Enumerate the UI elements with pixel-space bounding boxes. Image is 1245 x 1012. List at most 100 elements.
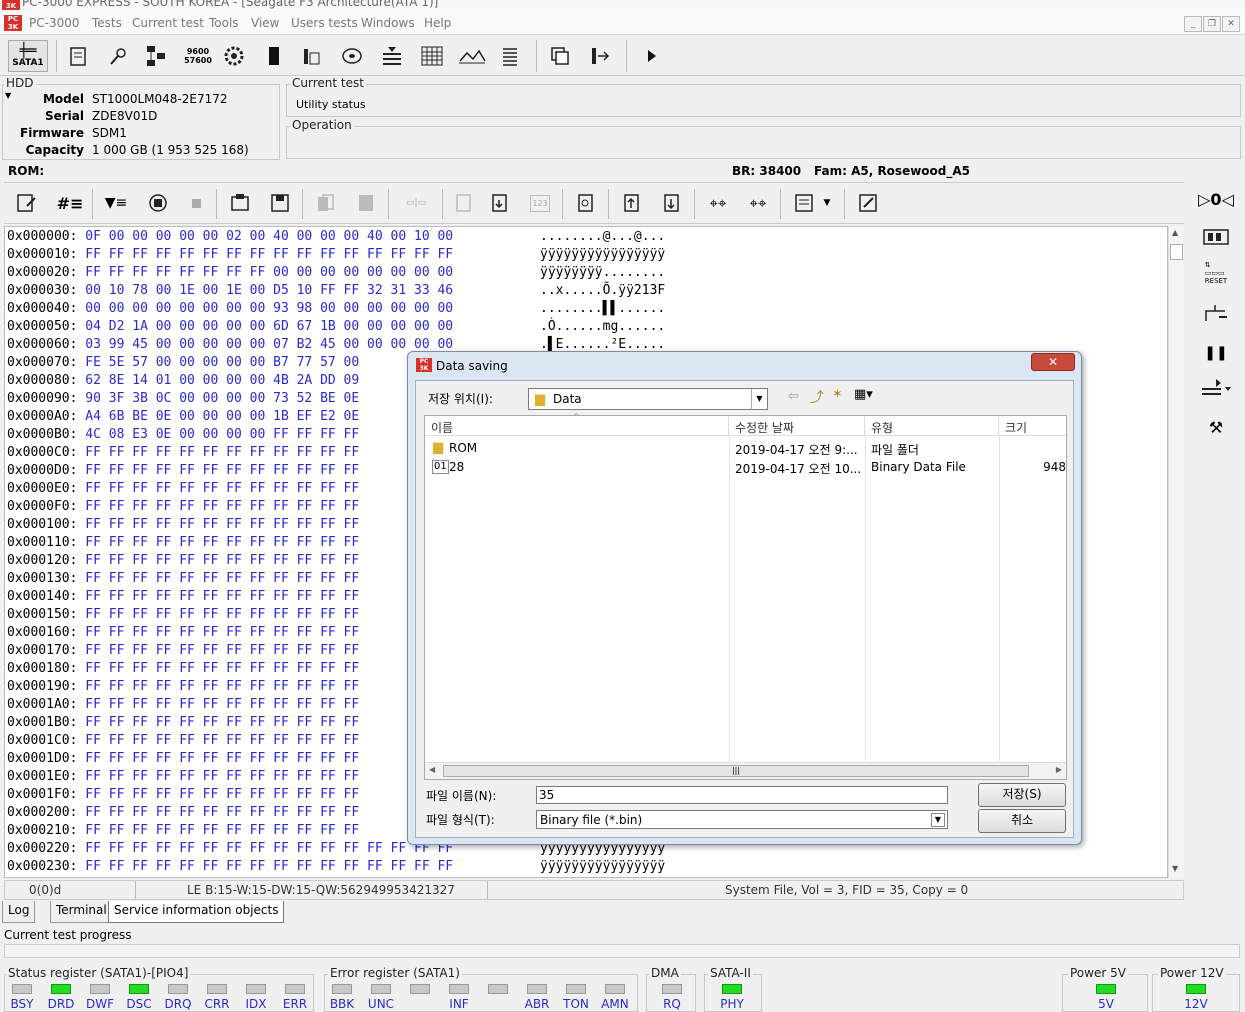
hex-row[interactable]: 0x000150: FF FF FF FF FF FF FF FF FF FF … <box>7 606 359 624</box>
disk-read-icon[interactable] <box>338 42 366 70</box>
hex-bytes[interactable]: FF FF FF FF FF FF FF FF FF FF FF FF <box>85 751 359 766</box>
hex-ascii[interactable]: ÿÿÿÿÿÿÿÿ........ <box>540 264 665 282</box>
hex-row[interactable]: 0x0000F0: FF FF FF FF FF FF FF FF FF FF … <box>7 498 359 516</box>
template-icon[interactable] <box>790 189 818 217</box>
hex-bytes[interactable]: FF FF FF FF FF FF FF FF FF FF FF FF FF F… <box>85 841 453 856</box>
hex-row[interactable]: 0x0000D0: FF FF FF FF FF FF FF FF FF FF … <box>7 462 359 480</box>
tab-terminal[interactable]: Terminal <box>50 901 113 923</box>
hex-ascii[interactable]: ÿÿÿÿÿÿÿÿÿÿÿÿÿÿÿÿ <box>540 246 665 264</box>
zero-fill-icon[interactable]: ▷0◁ <box>1196 184 1236 214</box>
hex-bytes[interactable]: FF FF FF FF FF FF FF FF FF FF FF FF <box>85 823 359 838</box>
filename-input[interactable] <box>536 786 948 804</box>
find-icon[interactable]: ⌖⌖ <box>704 189 732 217</box>
hex-bytes[interactable]: 03 99 45 00 00 00 00 00 07 B2 45 00 00 0… <box>85 337 453 352</box>
menu-windows[interactable]: Windows <box>361 16 415 30</box>
hex-bytes[interactable]: FF FF FF FF FF FF FF FF FF FF FF FF <box>85 571 359 586</box>
app-menu-icon[interactable]: PC 3K <box>4 15 22 31</box>
paste-disabled-icon[interactable] <box>352 189 380 217</box>
hex-row[interactable]: 0x000000: 0F 00 00 00 00 00 02 00 40 00 … <box>7 228 665 246</box>
hex-row[interactable]: 0x0001A0: FF FF FF FF FF FF FF FF FF FF … <box>7 696 359 714</box>
hex-bytes[interactable]: 00 10 78 00 1E 00 1E 00 D5 10 FF FF 32 3… <box>85 283 453 298</box>
go-start-icon[interactable] <box>618 189 646 217</box>
log-list-icon[interactable] <box>496 42 524 70</box>
col-date[interactable]: 수정한 날짜 <box>729 416 865 436</box>
hex-bytes[interactable]: 62 8E 14 01 00 00 00 00 4B 2A DD 09 <box>85 373 359 388</box>
menu-current-test[interactable]: Current test <box>132 16 204 30</box>
hex-bytes[interactable]: 00 00 00 00 00 00 00 00 93 98 00 00 00 0… <box>85 301 453 316</box>
reload-page-icon[interactable] <box>572 189 600 217</box>
hex-bytes[interactable]: FF FF FF FF FF FF FF FF FF FF FF FF <box>85 787 359 802</box>
memory-map-icon[interactable] <box>298 42 326 70</box>
save-button[interactable]: 저장(S) <box>978 783 1066 807</box>
hex-bytes[interactable]: FF FF FF FF FF FF FF FF FF FF FF FF <box>85 499 359 514</box>
tab-log[interactable]: Log <box>2 901 36 923</box>
power12-led[interactable] <box>1186 984 1206 994</box>
hex-bytes[interactable]: 4C 08 E3 0E 00 00 00 00 FF FF FF FF <box>85 427 359 442</box>
hex-bytes[interactable]: FF FF FF FF FF FF FF FF FF FF FF FF <box>85 535 359 550</box>
hex-bytes[interactable]: FF FF FF FF FF FF FF FF FF FF FF FF FF F… <box>85 859 453 874</box>
reset-icon[interactable]: ⇅ ▭▭▭ RESET <box>1196 258 1236 288</box>
hex-bytes[interactable]: FF FF FF FF FF FF FF FF FF FF FF FF <box>85 589 359 604</box>
hex-row[interactable]: 0x000020: FF FF FF FF FF FF FF FF 00 00 … <box>7 264 665 282</box>
menu-view[interactable]: View <box>251 16 279 30</box>
hex-ascii[interactable]: ..x.....Õ.ÿÿ213F <box>540 282 665 300</box>
refresh-chip-icon[interactable] <box>144 189 172 217</box>
chevron-down-icon[interactable]: ▼ <box>820 189 834 217</box>
hex-ascii[interactable]: .Ò......mg...... <box>540 318 665 336</box>
restore-button[interactable]: ❐ <box>1203 16 1221 32</box>
hex-row[interactable]: 0x000200: FF FF FF FF FF FF FF FF FF FF … <box>7 804 359 822</box>
hex-row[interactable]: 0x000040: 00 00 00 00 00 00 00 00 93 98 … <box>7 300 665 318</box>
notes-icon[interactable] <box>854 189 882 217</box>
hex-bytes[interactable]: FF FF FF FF FF FF FF FF FF FF FF FF <box>85 733 359 748</box>
hex-bytes[interactable]: FF FF FF FF FF FF FF FF FF FF FF FF <box>85 715 359 730</box>
stop-icon[interactable] <box>182 189 210 217</box>
hex-bytes[interactable]: FF FF FF FF FF FF FF FF FF FF FF FF <box>85 607 359 622</box>
copy-windows-icon[interactable] <box>546 42 574 70</box>
hex-bytes[interactable]: 04 D2 1A 00 00 00 00 00 6D 67 1B 00 00 0… <box>85 319 453 334</box>
file-list[interactable]: 이름 ^ 수정한 날짜 유형 크기 ▆ ROM 2019-04-17 오전 9:… <box>424 412 1067 780</box>
find-next-icon[interactable]: ⌖⌖ <box>744 189 772 217</box>
hex-row[interactable]: 0x0000B0: 4C 08 E3 0E 00 00 00 00 FF FF … <box>7 426 359 444</box>
hex-row[interactable]: 0x000050: 04 D2 1A 00 00 00 00 00 6D 67 … <box>7 318 665 336</box>
hex-bytes[interactable]: FF FF FF FF FF FF FF FF FF FF FF FF <box>85 679 359 694</box>
save-disk-icon[interactable] <box>266 189 294 217</box>
hex-row[interactable]: 0x0000A0: A4 6B BE 0E 00 00 00 00 1B EF … <box>7 408 359 426</box>
col-type[interactable]: 유형 <box>865 416 999 436</box>
hex-bytes[interactable]: FF FF FF FF FF FF FF FF 00 00 00 00 00 0… <box>85 265 453 280</box>
copy-disabled-icon[interactable] <box>312 189 340 217</box>
menu-help[interactable]: Help <box>424 16 451 30</box>
hex-row[interactable]: 0x000220: FF FF FF FF FF FF FF FF FF FF … <box>7 840 665 858</box>
horizontal-scrollbar[interactable]: ◀ ||| ▶ <box>425 762 1066 779</box>
hex-bytes[interactable]: FF FF FF FF FF FF FF FF FF FF FF FF <box>85 643 359 658</box>
hex-row[interactable]: 0x000190: FF FF FF FF FF FF FF FF FF FF … <box>7 678 359 696</box>
hex-row[interactable]: 0x000170: FF FF FF FF FF FF FF FF FF FF … <box>7 642 359 660</box>
chevron-down-icon[interactable]: ▼ <box>751 389 767 409</box>
pause-icon[interactable]: ❚❚ <box>1196 338 1236 368</box>
menu-users-tests[interactable]: Users tests <box>291 16 358 30</box>
scroll-thumb[interactable] <box>1170 244 1183 260</box>
hex-row[interactable]: 0x000080: 62 8E 14 01 00 00 00 00 4B 2A … <box>7 372 359 390</box>
menu-tests[interactable]: Tests <box>92 16 122 30</box>
hex-bytes[interactable]: FF FF FF FF FF FF FF FF FF FF FF FF <box>85 805 359 820</box>
hex-row[interactable]: 0x0001C0: FF FF FF FF FF FF FF FF FF FF … <box>7 732 359 750</box>
exit-door-icon[interactable] <box>586 42 614 70</box>
chip-icon[interactable] <box>260 42 288 70</box>
hex-row[interactable]: 0x000060: 03 99 45 00 00 00 00 00 07 B2 … <box>7 336 665 354</box>
hex-bytes[interactable]: FF FF FF FF FF FF FF FF FF FF FF FF <box>85 625 359 640</box>
hex-row[interactable]: 0x0001E0: FF FF FF FF FF FF FF FF FF FF … <box>7 768 359 786</box>
minimize-button[interactable]: _ <box>1184 16 1202 32</box>
play-icon[interactable] <box>638 42 666 70</box>
load-file-icon[interactable] <box>486 189 514 217</box>
hash-list-icon[interactable]: #≡ <box>56 189 84 217</box>
hex-bytes[interactable]: 90 3F 3B 0C 00 00 00 00 73 52 BE 0E <box>85 391 359 406</box>
up-folder-icon[interactable]: ⤴ <box>810 387 824 407</box>
hex-bytes[interactable]: FF FF FF FF FF FF FF FF FF FF FF FF <box>85 769 359 784</box>
hex-row[interactable]: 0x0001D0: FF FF FF FF FF FF FF FF FF FF … <box>7 750 359 768</box>
hex-bytes[interactable]: FF FF FF FF FF FF FF FF FF FF FF FF <box>85 661 359 676</box>
menu-tools[interactable]: Tools <box>209 16 239 30</box>
hex-bytes[interactable]: FF FF FF FF FF FF FF FF FF FF FF FF <box>85 463 359 478</box>
hex-row[interactable]: 0x000130: FF FF FF FF FF FF FF FF FF FF … <box>7 570 359 588</box>
hex-row[interactable]: 0x000210: FF FF FF FF FF FF FF FF FF FF … <box>7 822 359 840</box>
hex-row[interactable]: 0x0001B0: FF FF FF FF FF FF FF FF FF FF … <box>7 714 359 732</box>
head-map-icon[interactable] <box>1196 374 1236 404</box>
